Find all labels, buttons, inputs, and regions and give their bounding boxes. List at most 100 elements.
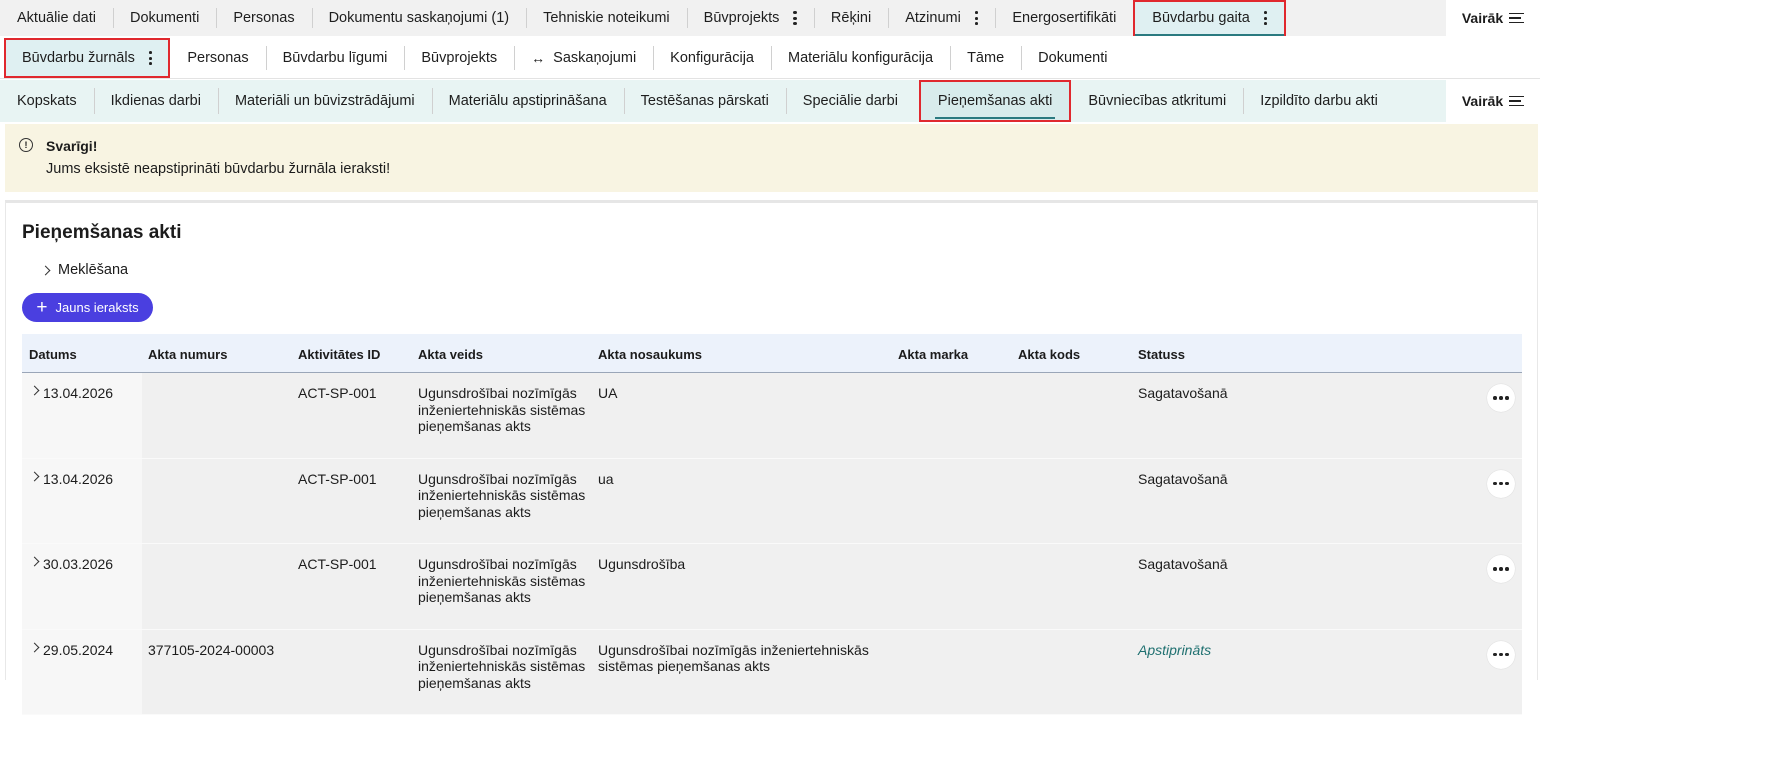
column-header-akta-marka[interactable]: Akta marka [898, 347, 968, 362]
tab-izpildito-darbu-akti[interactable]: Izpildīto darbu akti [1243, 80, 1395, 122]
cell-type: Ugunsdrošībai nozīmīgās inženiertehniskā… [418, 385, 586, 434]
more-tabs-button[interactable]: Vairāk [1446, 0, 1540, 36]
tab-tehniskie-noteikumi[interactable]: Tehniskie noteikumi [526, 0, 687, 36]
tab-label: Tāme [967, 50, 1005, 66]
tertiary-tabs: Kopskats Ikdienas darbi Materiāli un būviz… [0, 80, 1540, 122]
tab-label: Būvdarbu līgumi [282, 50, 388, 66]
tab-kopskats[interactable]: Kopskats [0, 80, 94, 122]
column-header-statuss[interactable]: Statuss [1138, 347, 1185, 362]
tab-label: Energosertifikāti [1012, 10, 1117, 26]
cell-date: 30.03.2026 [43, 556, 114, 572]
tab-buvdarbu-zurnals[interactable]: Būvdarbu žurnāls [4, 38, 171, 78]
tab-label: Materiālu apstiprināšana [448, 93, 607, 109]
tab-saskanojumi[interactable]: ↔ Saskaņojumi [514, 38, 653, 78]
cell-status: Sagatavošanā [1138, 385, 1228, 401]
tab-aktualie-dati[interactable]: Aktuālie dati [0, 0, 113, 36]
cell-status: Apstiprināts [1138, 641, 1212, 658]
cell-date: 13.04.2026 [43, 385, 114, 401]
tab-label: Dokumenti [130, 10, 200, 26]
cell-activity-id: ACT-SP-001 [298, 556, 377, 572]
kebab-menu-icon[interactable] [148, 51, 153, 65]
tab-pienemsanas-akti[interactable]: Pieņemšanas akti [918, 80, 1072, 122]
table-header: Datums Akta numurs Aktivitātes ID Akta veid… [22, 334, 1522, 373]
table-row[interactable]: 13.04.2026 ACT-SP-001 Ugunsdrošībai nozīmī… [22, 458, 1522, 544]
tab-label: Testēšanas pārskati [640, 93, 769, 109]
more-label: Vairāk [1461, 93, 1504, 109]
tab-label: Ikdienas darbi [110, 93, 201, 109]
kebab-menu-icon[interactable] [793, 11, 797, 25]
alert-title: Svarīgi! [46, 138, 98, 154]
cell-activity-id: ACT-SP-001 [298, 470, 377, 487]
tab-materiali-un-buvizstradajumi[interactable]: Materiāli un būvizstrādājumi [217, 80, 432, 122]
column-header-akta-nosaukums[interactable]: Akta nosaukums [598, 347, 888, 362]
row-actions-icon[interactable] [1487, 469, 1515, 498]
search-label: Meklēšana [58, 262, 129, 278]
tab-dokumenti[interactable]: Dokumenti [113, 0, 216, 36]
tab-buvdarbu-ligumi[interactable]: Būvdarbu līgumi [265, 38, 405, 78]
row-actions-icon[interactable] [1487, 384, 1515, 412]
tab-label: Pieņemšanas akti [937, 93, 1053, 109]
tab-buvprojekts[interactable]: Būvprojekts [404, 38, 514, 78]
tab-tame[interactable]: Tāme [950, 38, 1021, 78]
tab-buvprojekts[interactable]: Būvprojekts [686, 0, 814, 36]
tab-label: Saskaņojumi [553, 50, 637, 66]
cell-name: ua [598, 470, 614, 487]
tab-energosertifikati[interactable]: Energosertifikāti [995, 0, 1133, 36]
tab-label: Speciālie darbi [802, 93, 898, 109]
tab-materialu-konfiguracija[interactable]: Materiālu konfigurācija [771, 38, 950, 78]
column-header-akta-numurs[interactable]: Akta numurs [148, 347, 227, 362]
cell-type: Ugunsdrošībai nozīmīgās inženiertehniskā… [418, 470, 586, 520]
column-header-aktivitates-id[interactable]: Aktivitātes ID [298, 347, 380, 362]
tab-label: Būvdarbu gaita [1152, 10, 1250, 26]
tab-testesanas-parskati[interactable]: Testēšanas pārskati [623, 80, 786, 122]
tab-label: Materiālu konfigurācija [788, 50, 934, 66]
menu-icon [1509, 12, 1525, 24]
row-actions-icon[interactable] [1487, 555, 1515, 583]
swap-icon: ↔ [531, 50, 546, 66]
cell-type: Ugunsdrošībai nozīmīgās inženiertehniskā… [418, 556, 586, 605]
alert-message: Jums eksistē neapstiprināti būvdarbu žur… [46, 161, 391, 177]
kebab-menu-icon[interactable] [1263, 11, 1268, 25]
search-toggle[interactable]: Meklēšana [40, 262, 129, 278]
table-row[interactable]: 13.04.2026 ACT-SP-001 Ugunsdrošībai nozīmī… [22, 373, 1522, 459]
table-row[interactable]: 29.05.2024 377105-2024-00003 Ugunsdrošībai… [22, 629, 1522, 715]
tab-dokumentu-saskanojumi-1[interactable]: Dokumentu saskaņojumi (1) [311, 0, 527, 36]
kebab-menu-icon[interactable] [974, 11, 979, 25]
tab-label: Personas [233, 10, 295, 26]
tab-materialu-apstiprinasana[interactable]: Materiālu apstiprināšana [431, 80, 624, 122]
tab-label: Būvprojekts [421, 50, 498, 66]
tab-konfiguracija[interactable]: Konfigurācija [653, 38, 771, 78]
column-header-akta-veids[interactable]: Akta veids [418, 347, 588, 362]
tab-label: Atzinumi [905, 10, 961, 26]
tab-rekini[interactable]: Rēķini [813, 0, 888, 36]
tab-buvdarbu-gaita[interactable]: Būvdarbu gaita [1133, 0, 1287, 36]
more-label: Vairāk [1461, 10, 1504, 26]
cell-name: Ugunsdrošībai nozīmīgās inženiertehniskā… [598, 641, 869, 675]
acts-table: Datums Akta numurs Aktivitātes ID Akta veid… [22, 334, 1522, 715]
tab-label: Būvniecības atkritumi [1088, 93, 1227, 109]
warning-alert: ! Svarīgi! Jums eksistē neapstiprināti b… [5, 124, 1538, 192]
table-row[interactable]: 30.03.2026 ACT-SP-001 Ugunsdrošībai nozīmī… [22, 544, 1522, 630]
tab-label: Personas [187, 50, 249, 66]
row-actions-icon[interactable] [1487, 640, 1515, 669]
menu-icon [1509, 95, 1525, 107]
tab-label: Būvprojekts [703, 10, 780, 26]
tab-dokumenti[interactable]: Dokumenti [1021, 38, 1124, 78]
plus-icon: + [36, 297, 48, 318]
tab-ikdienas-darbi[interactable]: Ikdienas darbi [93, 80, 218, 122]
new-record-button[interactable]: + Jauns ieraksts [22, 293, 153, 322]
tab-specialie-darbi[interactable]: Speciālie darbi [785, 80, 915, 122]
cell-date: 29.05.2024 [43, 641, 114, 658]
primary-tabs: Aktuālie dati Dokumenti Personas Dokumentu … [0, 0, 1540, 36]
tab-atzinumi[interactable]: Atzinumi [888, 0, 995, 36]
cell-number: 377105-2024-00003 [148, 641, 275, 658]
more-tabs-button[interactable]: Vairāk [1446, 80, 1540, 122]
column-header-datums[interactable]: Datums [29, 347, 77, 362]
cell-activity-id: ACT-SP-001 [298, 385, 377, 401]
tab-personas[interactable]: Personas [170, 38, 265, 78]
column-header-akta-kods[interactable]: Akta kods [1018, 347, 1080, 362]
tab-buvniecibas-atkritumi[interactable]: Būvniecības atkritumi [1071, 80, 1243, 122]
tab-personas[interactable]: Personas [216, 0, 311, 36]
tab-label: Rēķini [830, 10, 872, 26]
cell-type: Ugunsdrošībai nozīmīgās inženiertehniskā… [418, 641, 586, 691]
